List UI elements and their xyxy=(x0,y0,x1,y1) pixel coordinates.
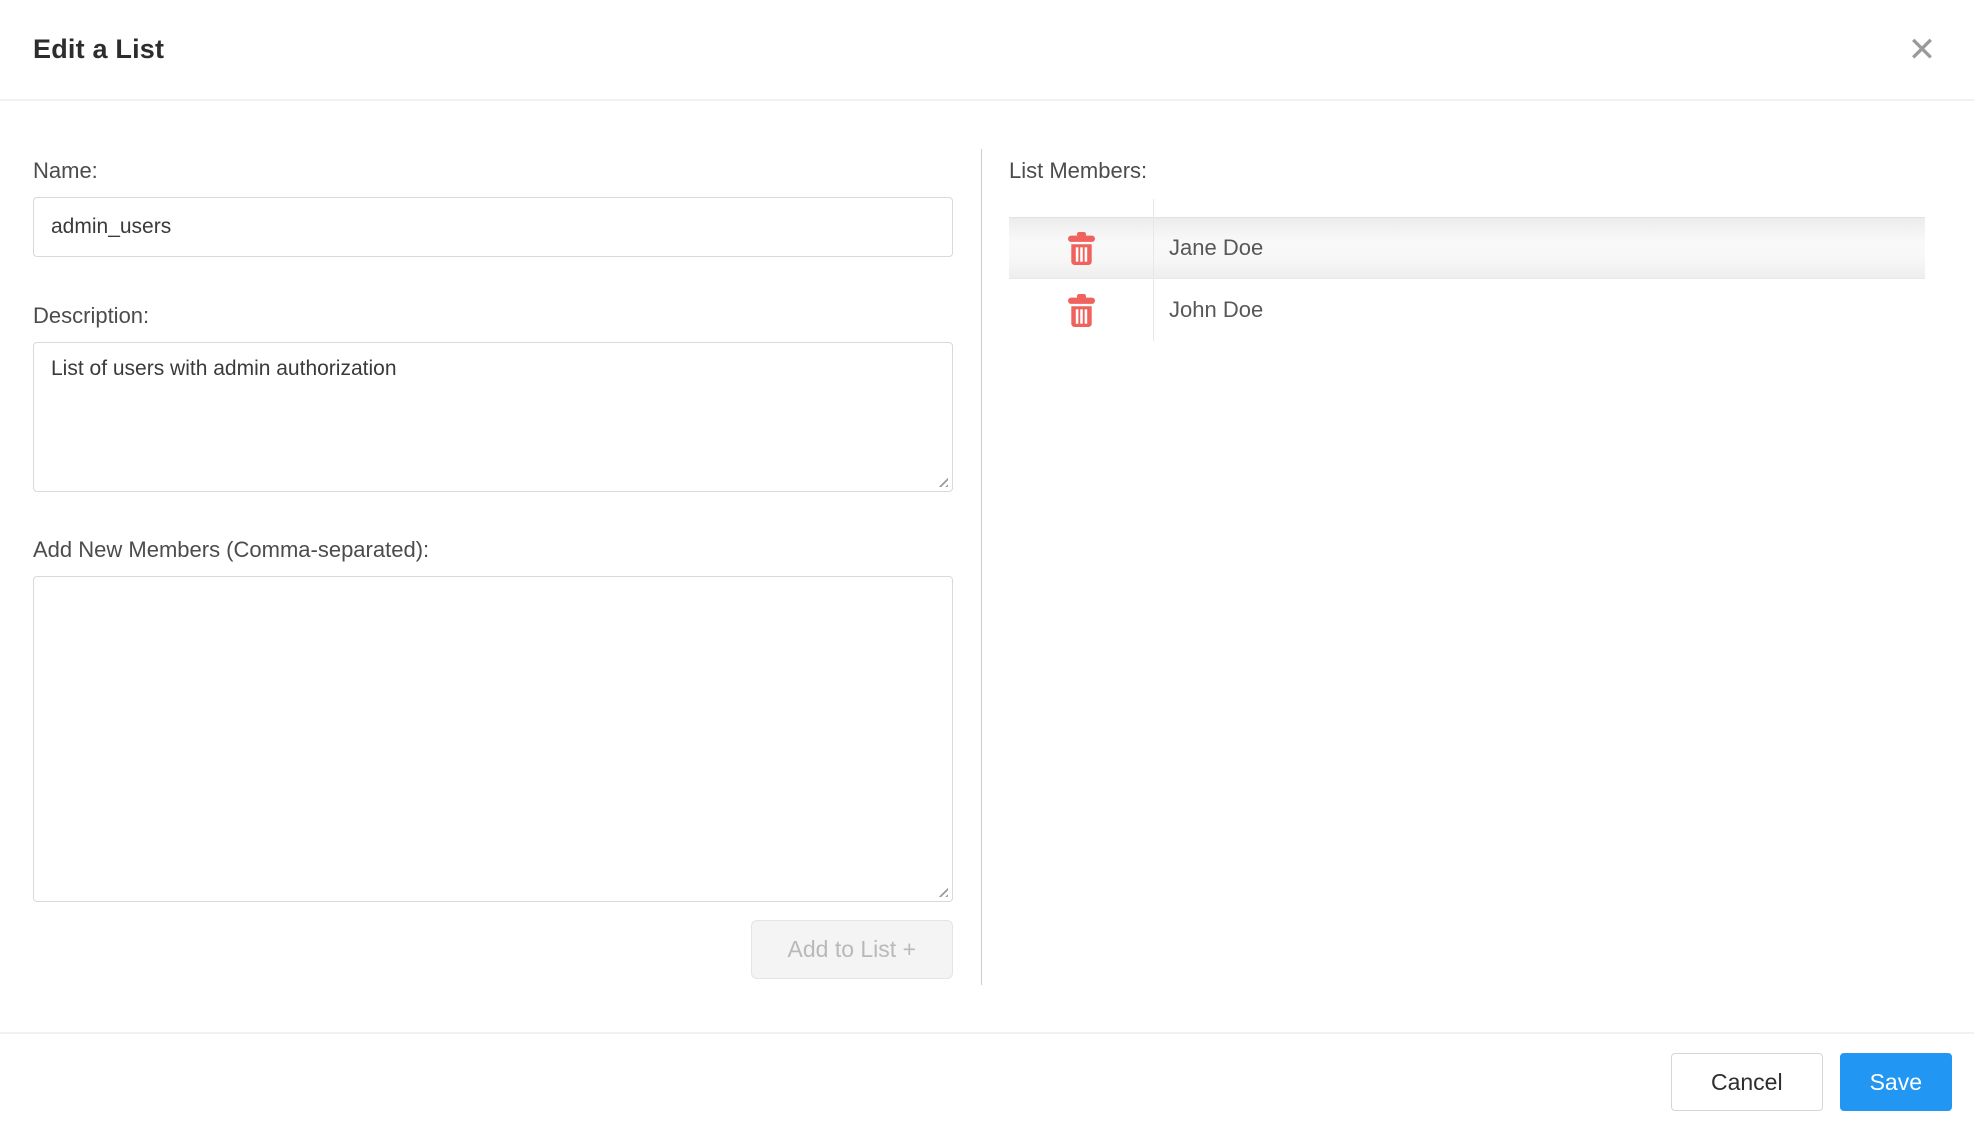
add-button-row: Add to List + xyxy=(33,920,953,979)
delete-member-button[interactable] xyxy=(1064,290,1099,331)
dialog-footer: Cancel Save xyxy=(0,1032,1974,1130)
page-title: Edit a List xyxy=(33,34,165,64)
dialog-header: Edit a List ✕ xyxy=(0,0,1974,101)
close-icon[interactable]: ✕ xyxy=(1900,28,1944,72)
description-field-wrap: List of users with admin authorization xyxy=(33,342,953,492)
edit-list-dialog: Edit a List ✕ Name: Description: List of… xyxy=(0,0,1974,1130)
add-members-textarea[interactable] xyxy=(33,576,953,902)
add-members-label: Add New Members (Comma-separated): xyxy=(33,537,430,562)
trash-icon xyxy=(1067,293,1095,327)
member-name: John Doe xyxy=(1169,297,1264,322)
members-panel: List Members: Jane Doe John Doe xyxy=(982,101,1974,1032)
add-to-list-button[interactable]: Add to List + xyxy=(750,920,953,979)
members-table-header xyxy=(1009,199,1925,217)
save-button[interactable]: Save xyxy=(1839,1053,1952,1111)
description-textarea[interactable]: List of users with admin authorization xyxy=(33,342,953,492)
column-divider xyxy=(981,149,982,985)
dialog-body: Name: Description: List of users with ad… xyxy=(0,101,1974,1032)
list-item[interactable]: John Doe xyxy=(1009,279,1925,341)
list-members-label: List Members: xyxy=(1009,158,1148,183)
delete-member-button[interactable] xyxy=(1064,228,1099,269)
name-input[interactable] xyxy=(33,197,953,257)
members-table: Jane Doe John Doe xyxy=(1009,199,1925,341)
add-members-field-wrap xyxy=(33,576,953,902)
cancel-button[interactable]: Cancel xyxy=(1670,1053,1823,1111)
description-label: Description: xyxy=(33,303,150,328)
form-panel: Name: Description: List of users with ad… xyxy=(0,101,982,1032)
list-item[interactable]: Jane Doe xyxy=(1009,217,1925,279)
member-name: Jane Doe xyxy=(1169,235,1264,260)
name-label: Name: xyxy=(33,158,98,183)
trash-icon xyxy=(1067,231,1095,265)
